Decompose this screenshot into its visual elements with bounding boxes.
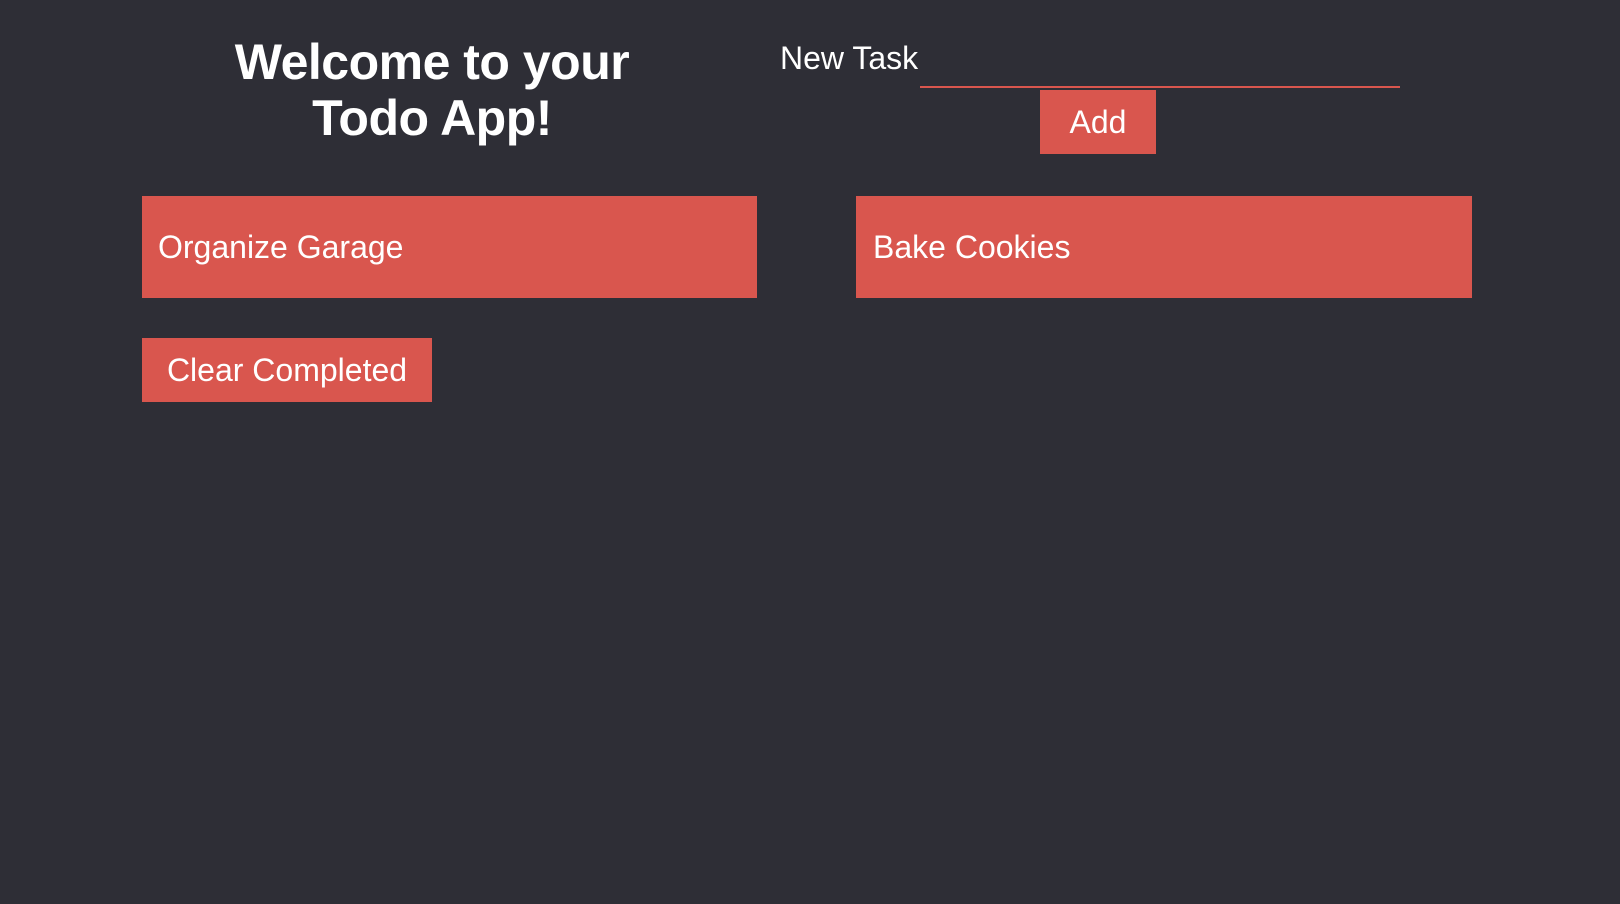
- todo-item[interactable]: Organize Garage: [142, 196, 757, 298]
- todo-item[interactable]: Bake Cookies: [856, 196, 1472, 298]
- add-button[interactable]: Add: [1040, 90, 1156, 154]
- clear-completed-button[interactable]: Clear Completed: [142, 338, 432, 402]
- todo-item-label: Organize Garage: [158, 228, 404, 265]
- new-task-label: New Task: [780, 40, 919, 76]
- new-task-input[interactable]: [920, 38, 1400, 88]
- todo-item-label: Bake Cookies: [873, 228, 1071, 265]
- page-title: Welcome to your Todo App!: [234, 34, 630, 146]
